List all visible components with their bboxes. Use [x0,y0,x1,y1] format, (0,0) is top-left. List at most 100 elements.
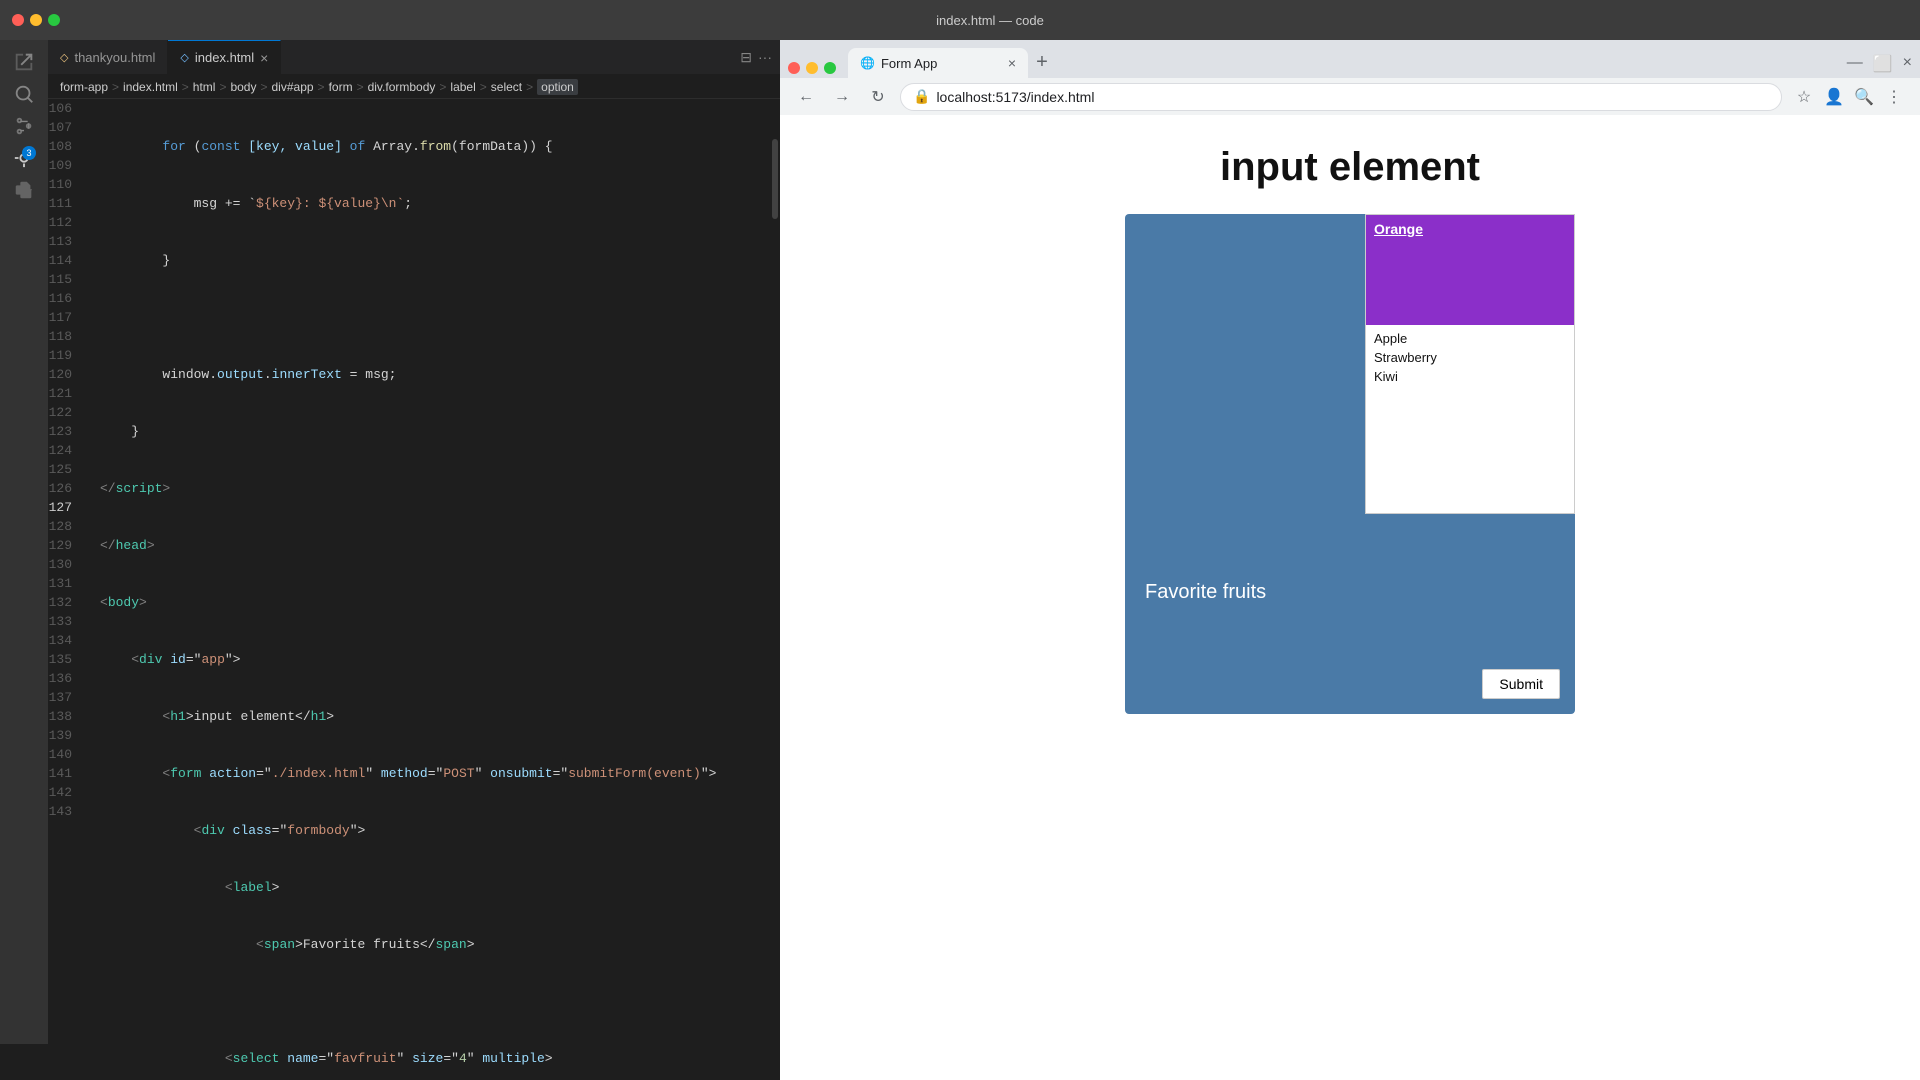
ln-143: 143 [48,802,84,821]
browser-active-tab[interactable]: 🌐 Form App × [848,48,1028,78]
ln-137: 137 [48,688,84,707]
code-line-115: <div id="app"> [96,650,770,669]
code-line-119: <label> [96,878,770,897]
code-line-107: msg += `${key}: ${value}\n`; [96,194,770,213]
ln-136: 136 [48,669,84,688]
ln-124: 124 [48,441,84,460]
code-line-108: } [96,251,770,270]
option-kiwi[interactable]: Kiwi [1374,367,1566,386]
browser-window-controls: — ⬜ × [1847,54,1912,78]
breadcrumb-html[interactable]: html [193,80,216,94]
tab-close-index[interactable]: × [260,50,268,66]
form-container: Orange Apple Strawberry Kiwi Favorite fr… [1125,214,1575,714]
browser-window-restore[interactable]: ⬜ [1873,54,1893,74]
code-line-122: <select name="favfruit" size="4" multipl… [96,1049,770,1068]
select-widget[interactable]: Orange Apple Strawberry Kiwi [1365,214,1575,514]
explorer-icon[interactable] [10,48,38,76]
breadcrumb-body[interactable]: body [230,80,256,94]
browser-maximize[interactable] [824,62,836,74]
back-button[interactable]: ← [792,83,820,111]
ln-121: 121 [48,384,84,403]
extensions-icon[interactable] [10,176,38,204]
code-editor[interactable]: 106 107 108 109 110 111 112 113 114 115 … [48,99,780,1080]
tabs-bar: ◇ thankyou.html ◇ index.html × ⊟ ··· [48,40,780,75]
ln-141: 141 [48,764,84,783]
new-tab-button[interactable]: + [1028,48,1056,76]
form-label: Favorite fruits [1145,581,1266,604]
code-line-112: </script> [96,479,770,498]
search-icon[interactable] [10,80,38,108]
scrollbar[interactable] [770,99,780,1080]
option-apple[interactable]: Apple [1374,329,1566,348]
tab-thankyou[interactable]: ◇ thankyou.html [48,40,168,75]
code-line-109 [96,308,770,327]
source-control-icon[interactable] [10,112,38,140]
zoom-icon[interactable]: 🔍 [1850,83,1878,111]
reload-button[interactable]: ↻ [864,83,892,111]
ln-108: 108 [48,137,84,156]
debug-icon[interactable]: 3 [10,144,38,172]
browser-minimize[interactable] [806,62,818,74]
tab-index[interactable]: ◇ index.html × [168,40,281,75]
ln-113: 113 [48,232,84,251]
more-icon[interactable]: ⋮ [1880,83,1908,111]
scrollbar-thumb[interactable] [772,139,778,219]
ln-117: 117 [48,308,84,327]
breadcrumb-div-formbody[interactable]: div.formbody [368,80,436,94]
tab-icon-index: ◇ [180,51,188,64]
forward-button[interactable]: → [828,83,856,111]
editor-panel: 3 ◇ thankyou.html ◇ index.html × [0,40,780,1080]
select-option-orange[interactable]: Orange [1366,215,1574,325]
tab-label-thankyou: thankyou.html [74,50,155,65]
ln-133: 133 [48,612,84,631]
split-editor-btn[interactable]: ⊟ [740,49,752,66]
minimize-button[interactable] [30,14,42,26]
maximize-button[interactable] [48,14,60,26]
breadcrumb-label[interactable]: label [450,80,475,94]
debug-badge: 3 [22,146,36,160]
ln-106: 106 [48,99,84,118]
code-lines: for (const [key, value] of Array.from(fo… [96,99,770,1080]
ln-140: 140 [48,745,84,764]
close-button[interactable] [12,14,24,26]
traffic-lights [12,14,60,26]
browser-window-minimize[interactable]: — [1847,54,1863,74]
browser-content: input element Orange Apple Strawberry Ki… [780,115,1920,1080]
breadcrumb-div-app[interactable]: div#app [272,80,314,94]
code-line-106: for (const [key, value] of Array.from(fo… [96,137,770,156]
ln-118: 118 [48,327,84,346]
browser-window-close[interactable]: × [1903,54,1912,74]
ln-134: 134 [48,631,84,650]
code-line-110: window.output.innerText = msg; [96,365,770,384]
breadcrumb-form[interactable]: form [329,80,353,94]
submit-button[interactable]: Submit [1482,669,1560,699]
browser-close[interactable] [788,62,800,74]
ln-139: 139 [48,726,84,745]
bookmark-icon[interactable]: ☆ [1790,83,1818,111]
ln-135: 135 [48,650,84,669]
breadcrumb-select[interactable]: select [491,80,522,94]
ln-112: 112 [48,213,84,232]
lock-icon: 🔒 [913,88,930,105]
option-strawberry[interactable]: Strawberry [1374,348,1566,367]
ln-126: 126 [48,479,84,498]
breadcrumb-option[interactable]: option [537,79,578,95]
ln-130: 130 [48,555,84,574]
more-actions-btn[interactable]: ··· [758,49,772,66]
url-text: localhost:5173/index.html [936,89,1094,105]
editor-content: ◇ thankyou.html ◇ index.html × ⊟ ··· for… [48,40,780,1080]
browser-tab-close-icon[interactable]: × [1008,55,1016,71]
ln-116: 116 [48,289,84,308]
option-orange-label: Orange [1374,221,1423,237]
ln-125: 125 [48,460,84,479]
profile-icon[interactable]: 👤 [1820,83,1848,111]
code-line-111: } [96,422,770,441]
breadcrumb-index-html[interactable]: index.html [123,80,178,94]
breadcrumb-form-app[interactable]: form-app [60,80,108,94]
address-bar[interactable]: 🔒 localhost:5173/index.html [900,83,1782,111]
ln-111: 111 [48,194,84,213]
ln-114: 114 [48,251,84,270]
ln-127: 127 [48,498,84,517]
ln-128: 128 [48,517,84,536]
ln-122: 122 [48,403,84,422]
